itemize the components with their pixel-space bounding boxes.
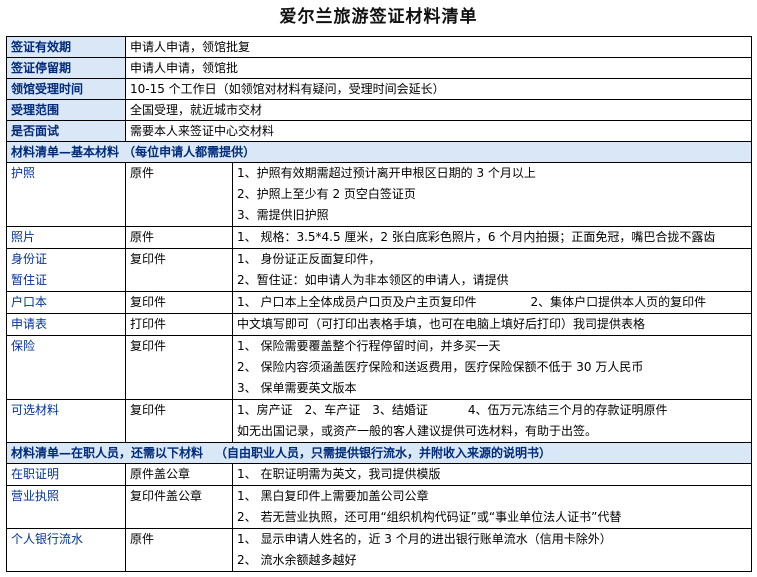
info-label: 签证停留期 xyxy=(6,57,126,79)
info-label: 是否面试 xyxy=(6,120,126,142)
materials-table: 签证有效期 申请人申请，领馆批复 签证停留期 申请人申请，领馆批 领馆受理时间 … xyxy=(5,36,753,572)
material-name: 可选材料 xyxy=(6,399,126,443)
info-value: 全国受理，就近城市交材 xyxy=(124,99,753,121)
info-row: 受理范围 全国受理，就近城市交材 xyxy=(6,99,753,121)
material-requirements: 1、 显示申请人姓名的，近 3 个月的进出银行账单流水（信用卡除外） 2、 流水… xyxy=(231,528,753,572)
info-row: 领馆受理时间 10-15 个工作日（如领馆对材料有疑问，受理时间会延长） xyxy=(6,78,753,100)
material-type: 打印件 xyxy=(125,313,233,336)
material-requirements: 1、 身份证正反面复印件， 2、暂住证：如申请人为非本领区的申请人，请提供 xyxy=(231,248,753,292)
material-requirements: 1、 规格：3.5*4.5 厘米，2 张白底彩色照片，6 个月内拍摄；正面免冠，… xyxy=(231,226,753,249)
material-name: 身份证 暂住证 xyxy=(6,248,126,292)
info-row: 是否面试 需要本人来签证中心交材料 xyxy=(6,120,753,142)
material-requirements: 1、护照有效期需超过预计离开申根区日期的 3 个月以上 2、护照上至少有 2 页… xyxy=(231,162,753,227)
material-type: 原件 xyxy=(125,162,233,227)
table-row: 申请表 打印件 中文填写即可（可打印出表格手填，也可在电脑上填好后打印）我司提供… xyxy=(6,313,753,336)
material-type: 原件 xyxy=(125,528,233,572)
material-type: 复印件 xyxy=(125,399,233,443)
table-row: 户口本 复印件 1、 户口本上全体成员户口页及户主页复印件 2、集体户口提供本人页… xyxy=(6,291,753,314)
material-name: 在职证明 xyxy=(6,463,126,486)
material-type: 复印件 xyxy=(125,248,233,292)
material-requirements: 1、 保险需要覆盖整个行程停留时间，并多买一天 2、 保险内容须涵盖医疗保险和送… xyxy=(231,335,753,400)
info-label: 签证有效期 xyxy=(6,36,126,58)
table-row: 可选材料 复印件 1、房产证 2、车产证 3、结婚证 4、伍万元冻结三个月的存款证明原… xyxy=(6,399,753,443)
info-label: 领馆受理时间 xyxy=(6,78,126,100)
material-name: 护照 xyxy=(6,162,126,227)
material-name: 营业执照 xyxy=(6,485,126,529)
info-row: 签证有效期 申请人申请，领馆批复 xyxy=(6,36,753,58)
table-row: 护照 原件 1、护照有效期需超过预计离开申根区日期的 3 个月以上 2、护照上至… xyxy=(6,162,753,227)
material-name: 照片 xyxy=(6,226,126,249)
material-type: 复印件 xyxy=(125,291,233,314)
material-type: 复印件盖公章 xyxy=(125,485,233,529)
table-row: 个人银行流水 原件 1、 显示申请人姓名的，近 3 个月的进出银行账单流水（信用… xyxy=(6,528,753,572)
material-type: 原件 xyxy=(125,226,233,249)
table-row: 照片 原件 1、 规格：3.5*4.5 厘米，2 张白底彩色照片，6 个月内拍摄… xyxy=(6,226,753,249)
section-header: 材料清单—基本材料 （每位申请人都需提供） xyxy=(5,141,753,163)
material-type: 原件盖公章 xyxy=(125,463,233,486)
table-row: 保险 复印件 1、 保险需要覆盖整个行程停留时间，并多买一天 2、 保险内容须涵… xyxy=(6,335,753,400)
material-name: 保险 xyxy=(6,335,126,400)
material-requirements: 中文填写即可（可打印出表格手填，也可在电脑上填好后打印）我司提供表格 xyxy=(231,313,753,336)
info-value: 申请人申请，领馆批复 xyxy=(124,36,753,58)
material-requirements: 1、 户口本上全体成员户口页及户主页复印件 2、集体户口提供本人页的复印件 xyxy=(231,291,753,314)
section-header: 材料清单—在职人员，还需以下材料 （自由职业人员，只需提供银行流水，并附收入来源的… xyxy=(5,442,753,464)
info-value: 需要本人来签证中心交材料 xyxy=(124,120,753,142)
section-title-employed: 材料清单—在职人员，还需以下材料 （自由职业人员，只需提供银行流水，并附收入来源的… xyxy=(5,442,753,464)
info-value: 申请人申请，领馆批 xyxy=(124,57,753,79)
info-label: 受理范围 xyxy=(6,99,126,121)
table-row: 在职证明 原件盖公章 1、 在职证明需为英文，我司提供模版 xyxy=(6,463,753,486)
table-row: 营业执照 复印件盖公章 1、 黑白复印件上需要加盖公司公章 2、 若无营业执照，… xyxy=(6,485,753,529)
section-title-basic: 材料清单—基本材料 （每位申请人都需提供） xyxy=(5,141,753,163)
material-requirements: 1、 黑白复印件上需要加盖公司公章 2、 若无营业执照，还可用“组织机构代码证”… xyxy=(231,485,753,529)
info-row: 签证停留期 申请人申请，领馆批 xyxy=(6,57,753,79)
material-requirements: 1、 在职证明需为英文，我司提供模版 xyxy=(231,463,753,486)
info-value: 10-15 个工作日（如领馆对材料有疑问，受理时间会延长） xyxy=(124,78,753,100)
document-title: 爱尔兰旅游签证材料清单 xyxy=(279,7,478,27)
material-type: 复印件 xyxy=(125,335,233,400)
material-name: 户口本 xyxy=(6,291,126,314)
material-name: 申请表 xyxy=(6,313,126,336)
table-row: 身份证 暂住证 复印件 1、 身份证正反面复印件， 2、暂住证：如申请人为非本领… xyxy=(6,248,753,292)
material-name: 个人银行流水 xyxy=(6,528,126,572)
material-requirements: 1、房产证 2、车产证 3、结婚证 4、伍万元冻结三个月的存款证明原件 如无出国记录，… xyxy=(231,399,753,443)
